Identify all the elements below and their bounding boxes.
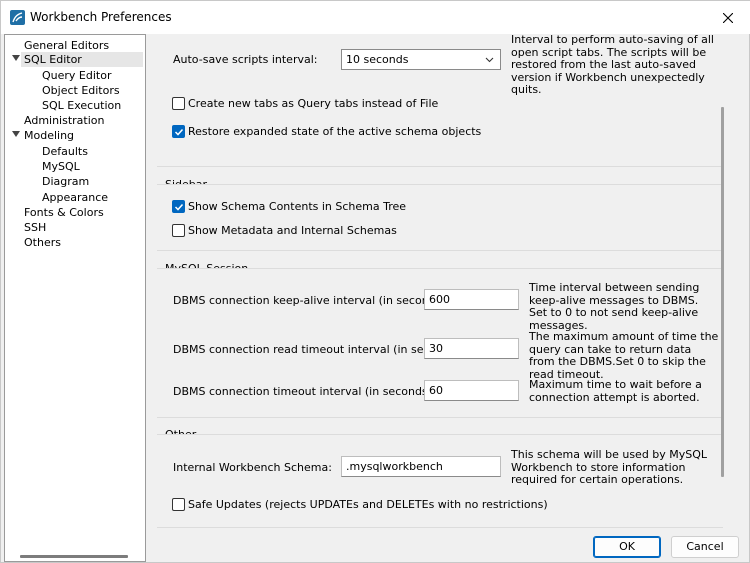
tree-item-mysql[interactable]: MySQL — [42, 159, 80, 174]
expand-arrow-icon[interactable] — [11, 129, 21, 139]
window-title: Workbench Preferences — [30, 10, 172, 24]
autosave-interval-value: 10 seconds — [346, 53, 409, 66]
tree-item-diagram[interactable]: Diagram — [42, 174, 89, 189]
tree-item-general-editors[interactable]: General Editors — [24, 38, 109, 53]
show-schema-contents-label[interactable]: Show Schema Contents in Schema Tree — [188, 200, 406, 213]
show-metadata-checkbox[interactable] — [172, 224, 185, 237]
new-tabs-query-label[interactable]: Create new tabs as Query tabs instead of… — [188, 97, 438, 110]
vertical-scrollbar[interactable] — [721, 107, 724, 477]
keepalive-input[interactable] — [424, 289, 519, 310]
title-bar: Workbench Preferences — [1, 1, 750, 34]
tree-item-sql-execution[interactable]: SQL Execution — [42, 98, 121, 113]
autosave-label: Auto-save scripts interval: — [173, 53, 318, 66]
preferences-window: Workbench Preferences General Editors SQ… — [0, 0, 750, 563]
conn-timeout-label: DBMS connection timeout interval (in sec… — [173, 385, 436, 398]
restore-schema-label[interactable]: Restore expanded state of the active sch… — [188, 125, 481, 138]
tree-item-fonts-colors[interactable]: Fonts & Colors — [24, 205, 104, 220]
tree-item-modeling[interactable]: Modeling — [24, 128, 74, 143]
autosave-help: Interval to perform auto-saving of all o… — [511, 34, 714, 96]
read-timeout-help: The maximum amount of time the query can… — [529, 330, 719, 381]
tree-item-administration[interactable]: Administration — [24, 113, 105, 128]
ok-button[interactable]: OK — [593, 536, 661, 558]
keepalive-help: Time interval between sending keep-alive… — [529, 281, 700, 332]
restore-schema-checkbox[interactable] — [172, 125, 185, 138]
show-metadata-label[interactable]: Show Metadata and Internal Schemas — [188, 224, 397, 237]
preferences-tree: General Editors SQL Editor Query Editor … — [4, 34, 146, 562]
keepalive-label: DBMS connection keep-alive interval (in … — [173, 294, 450, 307]
checkmark-icon — [174, 203, 184, 211]
tree-item-appearance[interactable]: Appearance — [42, 190, 108, 205]
mysql-session-section: DBMS connection keep-alive interval (in … — [157, 268, 723, 418]
read-timeout-label: DBMS connection read timeout interval (i… — [173, 343, 464, 356]
close-icon — [723, 12, 733, 23]
conn-timeout-input[interactable] — [424, 380, 519, 401]
conn-timeout-help: Maximum time to wait before a connection… — [529, 378, 702, 404]
checkmark-icon — [174, 128, 184, 136]
show-schema-contents-checkbox[interactable] — [172, 200, 185, 213]
other-section: Internal Workbench Schema: This schema w… — [157, 434, 723, 528]
workbench-logo-icon — [10, 10, 25, 25]
sidebar-section: Show Schema Contents in Schema Tree Show… — [157, 184, 723, 251]
chevron-down-icon — [485, 57, 494, 63]
tree-item-sql-editor[interactable]: SQL Editor — [21, 52, 143, 67]
horizontal-scrollbar[interactable] — [20, 555, 128, 558]
tree-item-others[interactable]: Others — [24, 235, 61, 250]
cancel-button[interactable]: Cancel — [671, 536, 739, 558]
tree-item-object-editors[interactable]: Object Editors — [42, 83, 120, 98]
editor-section: Auto-save scripts interval: 10 seconds I… — [157, 34, 723, 167]
tree-item-defaults[interactable]: Defaults — [42, 144, 88, 159]
autosave-interval-select[interactable]: 10 seconds — [341, 49, 501, 70]
tree-item-query-editor[interactable]: Query Editor — [42, 68, 111, 83]
tree-item-ssh[interactable]: SSH — [24, 220, 46, 235]
safe-updates-checkbox[interactable] — [172, 498, 185, 511]
close-button[interactable] — [705, 1, 750, 34]
expand-arrow-icon[interactable] — [11, 53, 21, 63]
read-timeout-input[interactable] — [424, 338, 519, 359]
safe-updates-label[interactable]: Safe Updates (rejects UPDATEs and DELETE… — [188, 498, 548, 511]
schema-input[interactable] — [341, 456, 501, 477]
schema-help: This schema will be used by MySQL Workbe… — [511, 448, 708, 486]
schema-label: Internal Workbench Schema: — [173, 461, 332, 474]
preferences-content: Auto-save scripts interval: 10 seconds I… — [146, 34, 750, 531]
new-tabs-query-checkbox[interactable] — [172, 97, 185, 110]
